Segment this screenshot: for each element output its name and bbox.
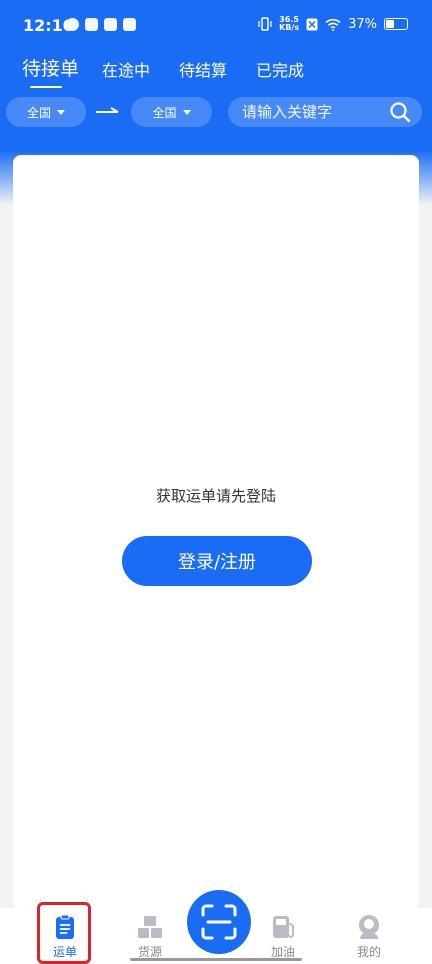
play-icon: [123, 18, 136, 31]
home-indicator: [130, 958, 302, 961]
destination-filter[interactable]: 全国: [131, 97, 212, 127]
chevron-down-icon: [57, 109, 65, 115]
search-box[interactable]: [228, 97, 422, 127]
mail-icon: [85, 18, 98, 31]
status-bar: 12:10 36.5 KB/s 37%: [0, 0, 432, 48]
notification-icons: [66, 18, 136, 31]
search-icon[interactable]: [389, 101, 411, 123]
user-icon: [359, 915, 379, 939]
tab-completed[interactable]: 已完成: [256, 57, 304, 81]
tab-in-transit[interactable]: 在途中: [102, 57, 150, 81]
route-arrow-icon: [96, 107, 119, 113]
scan-icon: [201, 904, 237, 940]
vibrate-icon: [258, 17, 272, 31]
wechat-icon: [66, 18, 79, 31]
tab-pending-settlement[interactable]: 待结算: [179, 57, 227, 81]
status-right: 36.5 KB/s 37%: [258, 16, 408, 32]
signal-off-icon: [306, 18, 318, 30]
nav-item-mine[interactable]: 我的: [334, 908, 404, 964]
boxes-icon: [138, 916, 162, 938]
active-tab-indicator: [30, 86, 62, 88]
destination-label: 全国: [152, 105, 177, 120]
login-register-button[interactable]: 登录/注册: [122, 536, 312, 586]
nav-item-fuel[interactable]: 加油: [248, 908, 318, 964]
app-notification-icon: [104, 18, 117, 31]
nav-label-mine: 我的: [356, 945, 381, 959]
nav-item-cargo[interactable]: 货源: [115, 908, 185, 964]
order-status-tabs: 待接单 在途中 待结算 已完成: [0, 52, 432, 92]
scan-button[interactable]: [187, 890, 251, 954]
login-prompt-text: 获取运单请先登陆: [155, 487, 276, 505]
wifi-icon: [325, 18, 341, 31]
content-card: [13, 155, 419, 910]
chevron-down-icon: [182, 109, 191, 115]
tab-pending-accept[interactable]: 待接单: [22, 54, 79, 81]
battery-icon: [384, 18, 408, 30]
net-speed: 36.5 KB/s: [279, 15, 300, 32]
fuel-icon: [273, 916, 294, 938]
highlight-box: [37, 902, 91, 964]
battery-percent: 37%: [348, 16, 377, 32]
origin-filter[interactable]: 全国: [6, 97, 86, 127]
search-input[interactable]: [242, 103, 382, 121]
origin-label: 全国: [26, 105, 51, 120]
